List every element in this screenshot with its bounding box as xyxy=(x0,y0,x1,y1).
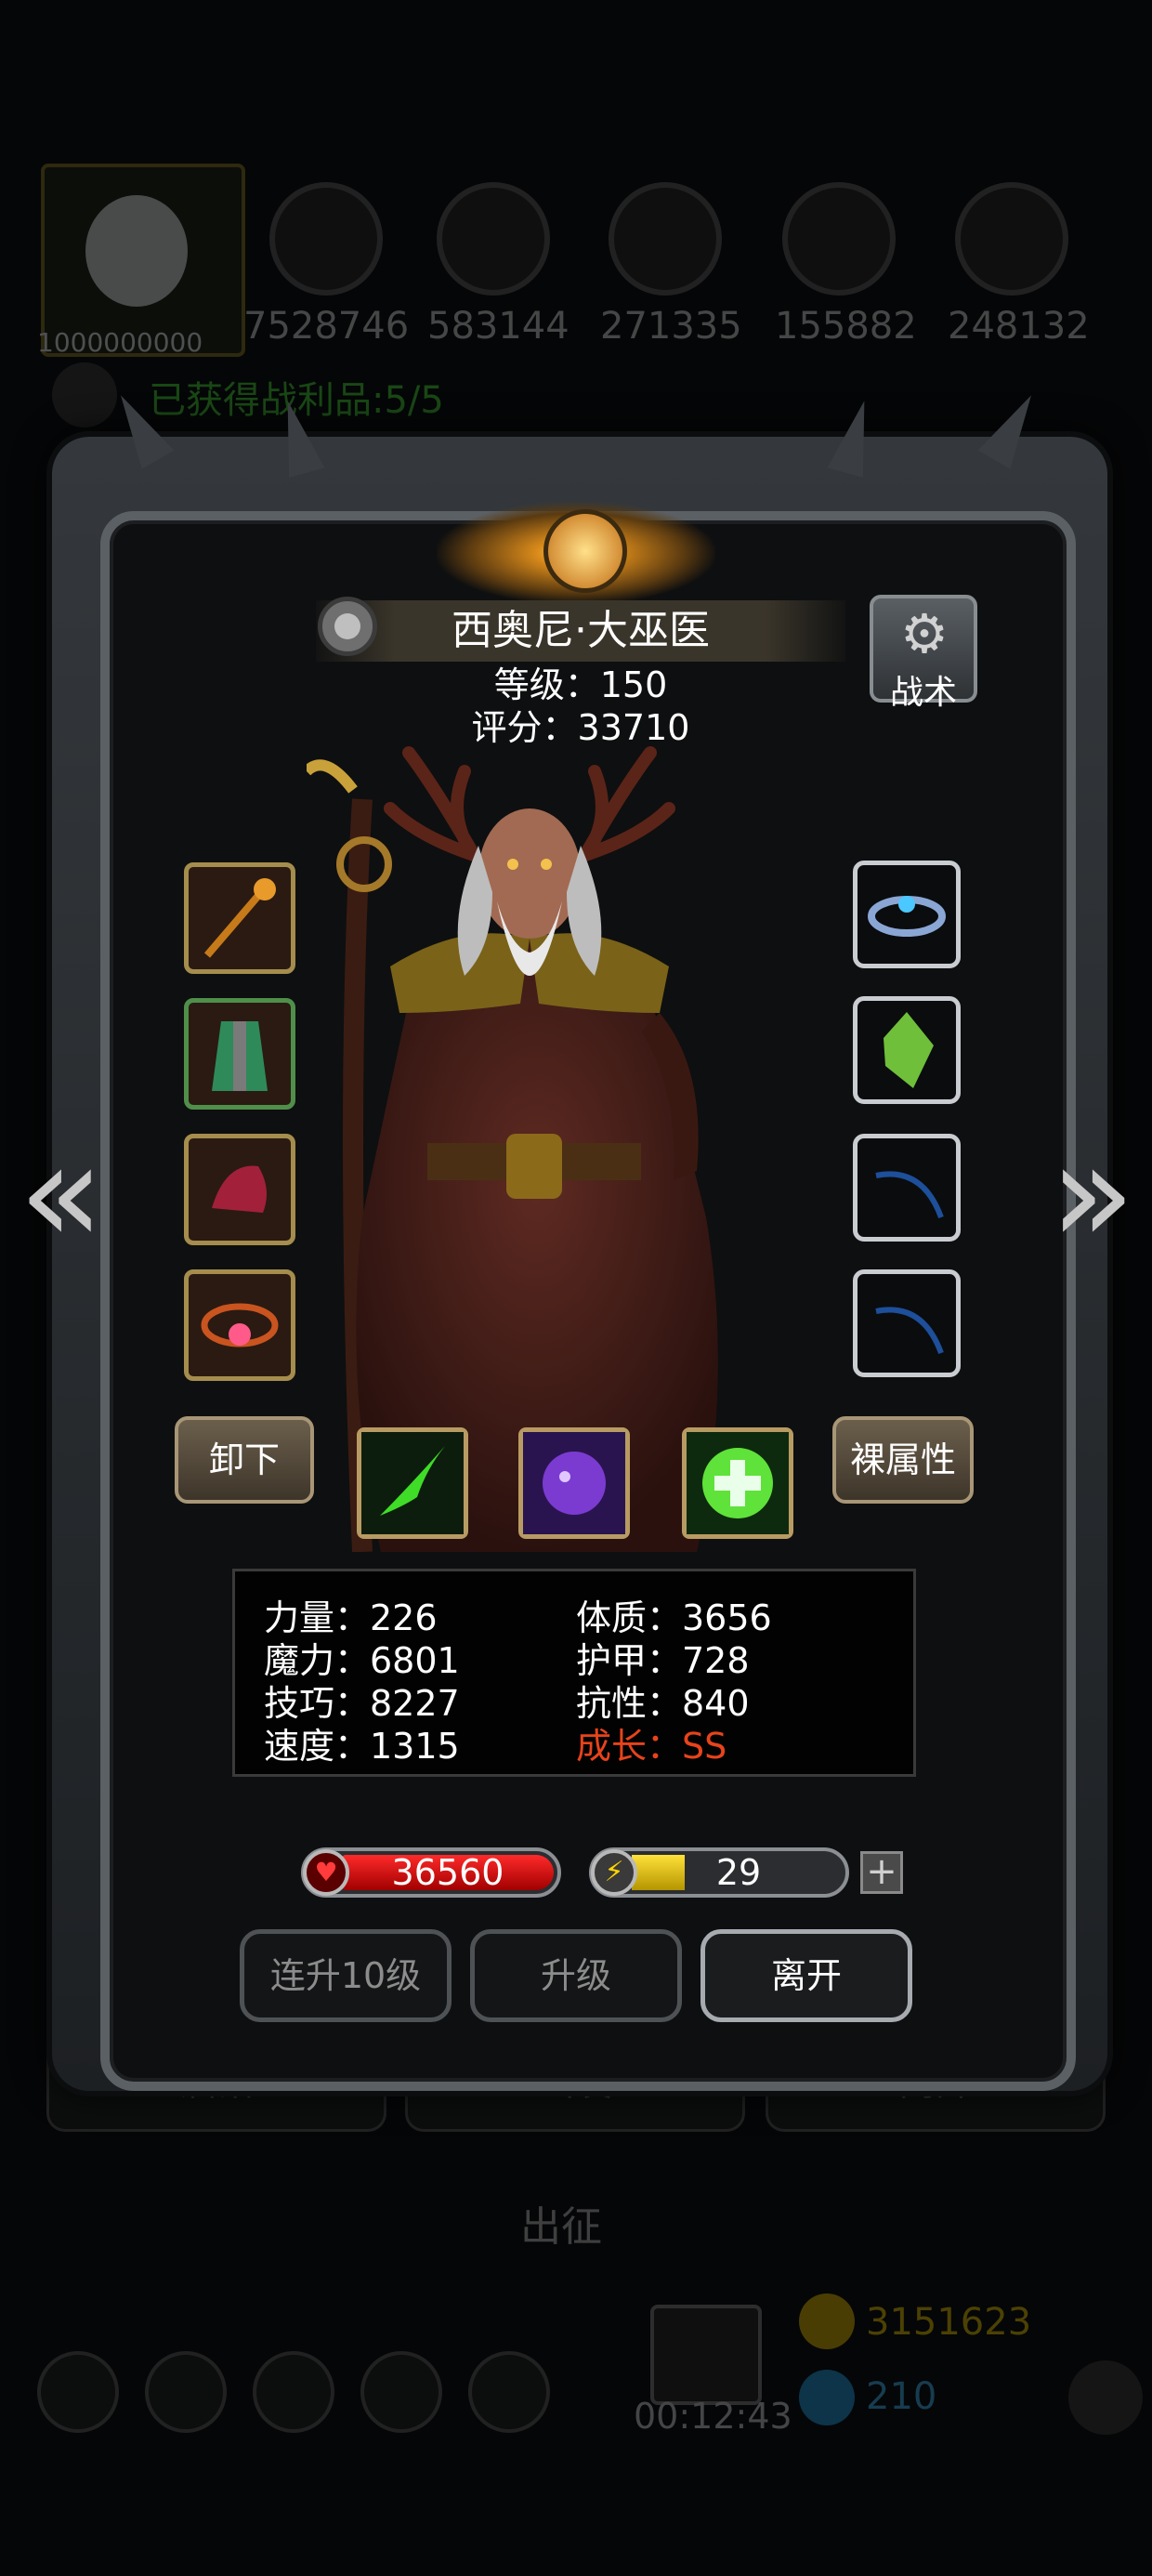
skill-slot-1[interactable] xyxy=(357,1427,468,1539)
leave-button[interactable]: 离开 xyxy=(700,1929,912,2022)
robe-icon xyxy=(212,1021,268,1091)
ring-icon xyxy=(868,896,946,937)
gem-amount: 210 xyxy=(866,2375,937,2418)
gem-icon xyxy=(799,2370,855,2425)
next-hero-arrow-icon[interactable]: » xyxy=(1050,1124,1135,1264)
resource-icon xyxy=(782,182,896,296)
resource-value: 248132 xyxy=(948,305,1090,348)
resource-icon xyxy=(437,182,550,296)
menu-round-icon xyxy=(145,2351,227,2433)
equip-slot-empty[interactable] xyxy=(853,1134,961,1242)
menu-round-icon xyxy=(1068,2360,1143,2435)
tactics-label: 战术 xyxy=(889,674,957,712)
loot-icon xyxy=(52,362,117,427)
staff-icon xyxy=(203,878,276,958)
resource-value: 155882 xyxy=(775,305,917,348)
resource-icon xyxy=(269,182,383,296)
resource-value: 271335 xyxy=(600,305,742,348)
player-level: 1000000000 xyxy=(37,327,203,358)
empty-slot-icon xyxy=(875,1307,944,1355)
stat-growth: 成长：SS xyxy=(576,1726,727,1767)
hp-value: 36560 xyxy=(391,1852,504,1893)
level-up-10-button[interactable]: 连升10级 xyxy=(240,1929,452,2022)
hood-icon xyxy=(212,1165,267,1213)
equip-slot-armor[interactable] xyxy=(184,998,295,1110)
resource-icon xyxy=(955,182,1068,296)
gold-icon xyxy=(799,2293,855,2349)
resource-value: 7528746 xyxy=(243,305,410,348)
gear-icon: ⚙ xyxy=(900,602,949,665)
unequip-button[interactable]: 卸下 xyxy=(175,1416,314,1504)
menu-round-icon xyxy=(360,2351,442,2433)
prev-hero-arrow-icon[interactable]: « xyxy=(19,1124,104,1264)
empty-slot-icon xyxy=(875,1171,944,1219)
stat-speed: 速度：1315 xyxy=(264,1726,460,1767)
player-avatar xyxy=(85,195,188,307)
level-up-button[interactable]: 升级 xyxy=(470,1929,682,2022)
menu-round-icon xyxy=(37,2351,119,2433)
equip-slot-ring[interactable] xyxy=(853,861,961,968)
chest-timer: 00:12:43 xyxy=(634,2396,792,2437)
equip-slot-weapon[interactable] xyxy=(184,862,295,974)
base-attributes-button[interactable]: 裸属性 xyxy=(832,1416,974,1504)
energy-value: 29 xyxy=(715,1852,762,1893)
skill-slot-3[interactable] xyxy=(682,1427,793,1539)
skill-slot-2[interactable] xyxy=(518,1427,630,1539)
hero-name: 西奥尼·大巫医 xyxy=(452,607,710,654)
add-energy-plus-icon[interactable]: + xyxy=(860,1851,903,1894)
gem-icon xyxy=(884,1012,934,1088)
heal-cross-icon xyxy=(687,1432,789,1534)
equip-slot-gem[interactable] xyxy=(853,996,961,1104)
green-bolt-icon xyxy=(361,1432,464,1534)
equip-slot-accessory[interactable] xyxy=(184,1269,295,1381)
resource-value: 583144 xyxy=(427,305,569,348)
equip-slot-helmet[interactable] xyxy=(184,1134,295,1245)
resource-icon xyxy=(609,182,722,296)
menu-round-icon xyxy=(253,2351,334,2433)
menu-round-icon xyxy=(468,2351,550,2433)
purple-beast-icon xyxy=(523,1432,625,1534)
amulet-icon xyxy=(201,1303,279,1347)
equip-slot-empty[interactable] xyxy=(853,1269,961,1377)
chest-icon xyxy=(650,2305,762,2405)
march-label: 出征 xyxy=(520,2203,602,2251)
gold-amount: 3151623 xyxy=(866,2301,1032,2344)
lightning-icon: ⚡ xyxy=(591,1849,637,1896)
sun-emblem-icon xyxy=(543,509,627,593)
